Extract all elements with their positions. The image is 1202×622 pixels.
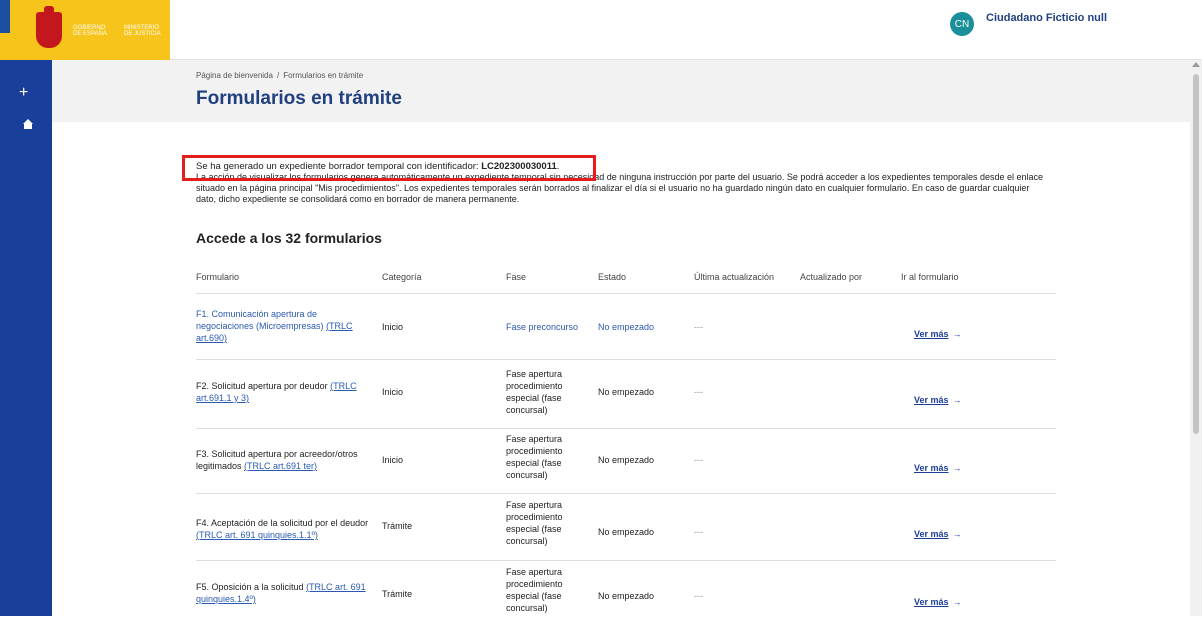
categoria: Inicio [382,455,404,465]
ultima-actualizacion: --- [694,387,703,397]
breadcrumb-home[interactable]: Página de bienvenida [196,71,273,80]
arrow-right-icon: → [952,463,962,473]
page-scrollbar[interactable] [1190,60,1202,616]
table-row: F5. Oposición a la solicitud (TRLC art. … [196,562,1056,622]
gobierno-logo[interactable]: GOBIERNO DE ESPAÑA MINISTERIO DE JUSTICI… [0,0,170,60]
col-actualizado-por: Actualizado por [800,272,863,282]
highlight-box [182,155,596,181]
table-header: Formulario Categoría Fase Estado Última … [196,262,1056,294]
user-menu[interactable]: CN Ciudadano Ficticio null [950,12,1107,36]
ultima-actualizacion: --- [694,455,703,465]
arrow-right-icon: → [952,529,962,539]
scroll-thumb[interactable] [1193,74,1199,434]
breadcrumb: Página de bienvenida / Formularios en trám… [196,71,363,80]
ver-mas-link[interactable]: Ver más → [914,528,962,540]
ver-mas-link[interactable]: Ver más → [914,462,962,474]
avatar[interactable]: CN [950,12,974,36]
breadcrumb-current: Formularios en trámite [283,71,364,80]
fase: Fase apertura procedimiento especial (fa… [506,500,563,546]
table-row: F3. Solicitud apertura por acreedor/otro… [196,430,1056,494]
form-name: F1. Comunicación apertura de negociacion… [196,309,353,343]
fase: Fase preconcurso [506,322,579,332]
estado: No empezado [598,387,655,397]
add-icon[interactable]: + [19,84,28,102]
estado: No empezado [598,322,655,332]
ultima-actualizacion: --- [694,591,703,601]
categoria: Trámite [382,589,413,599]
estado: No empezado [598,527,655,537]
logo-ministerio-text: MINISTERIO DE JUSTICIA [124,25,161,37]
ver-mas-link[interactable]: Ver más → [914,328,962,340]
fase: Fase apertura procedimiento especial (fa… [506,434,563,480]
home-icon[interactable] [22,118,34,130]
col-formulario: Formulario [196,272,240,282]
table-row: F1. Comunicación apertura de negociacion… [196,295,1056,360]
ultima-actualizacion: --- [694,527,703,537]
section-title: Accede a los 32 formularios [196,230,382,246]
col-fase: Fase [506,272,527,282]
top-bar: GOBIERNO DE ESPAÑA MINISTERIO DE JUSTICI… [0,0,1202,60]
col-ultima-actualizacion: Última actualización [694,272,775,282]
fase: Fase apertura procedimiento especial (fa… [506,567,563,613]
ver-mas-link[interactable]: Ver más → [914,596,962,608]
table-row: F2. Solicitud apertura por deudor (TRLC … [196,361,1056,429]
ultima-actualizacion: --- [694,322,703,332]
scroll-up-icon[interactable] [1192,62,1200,67]
user-name[interactable]: Ciudadano Ficticio null [986,12,1107,24]
logo-gobierno-text: GOBIERNO DE ESPAÑA [73,25,107,37]
breadcrumb-separator: / [276,71,280,80]
coat-of-arms-icon [36,6,62,48]
form-name: F4. Aceptación de la solicitud por el de… [196,518,369,540]
form-name: F5. Oposición a la solicitud (TRLC art. … [196,582,366,604]
table-row: F4. Aceptación de la solicitud por el de… [196,495,1056,561]
fase: Fase apertura procedimiento especial (fa… [506,369,563,415]
categoria: Trámite [382,521,413,531]
col-ir-al-formulario: Ir al formulario [901,272,959,282]
arrow-right-icon: → [952,597,962,607]
ver-mas-link[interactable]: Ver más → [914,394,962,406]
categoria: Inicio [382,387,404,397]
trlc-link[interactable]: (TRLC art. 691 quinquies.1.1º) [196,530,318,540]
estado: No empezado [598,455,655,465]
form-name: F3. Solicitud apertura por acreedor/otro… [196,449,358,471]
col-estado: Estado [598,272,627,282]
page-title: Formularios en trámite [196,88,402,109]
side-nav: + [0,60,52,616]
arrow-right-icon: → [952,329,962,339]
col-categoria: Categoría [382,272,422,282]
estado: No empezado [598,591,655,601]
eu-flag-strip [0,0,10,60]
arrow-right-icon: → [952,395,962,405]
trlc-link[interactable]: (TRLC art.691 ter) [244,461,317,471]
form-name: F2. Solicitud apertura por deudor (TRLC … [196,381,357,403]
categoria: Inicio [382,322,404,332]
